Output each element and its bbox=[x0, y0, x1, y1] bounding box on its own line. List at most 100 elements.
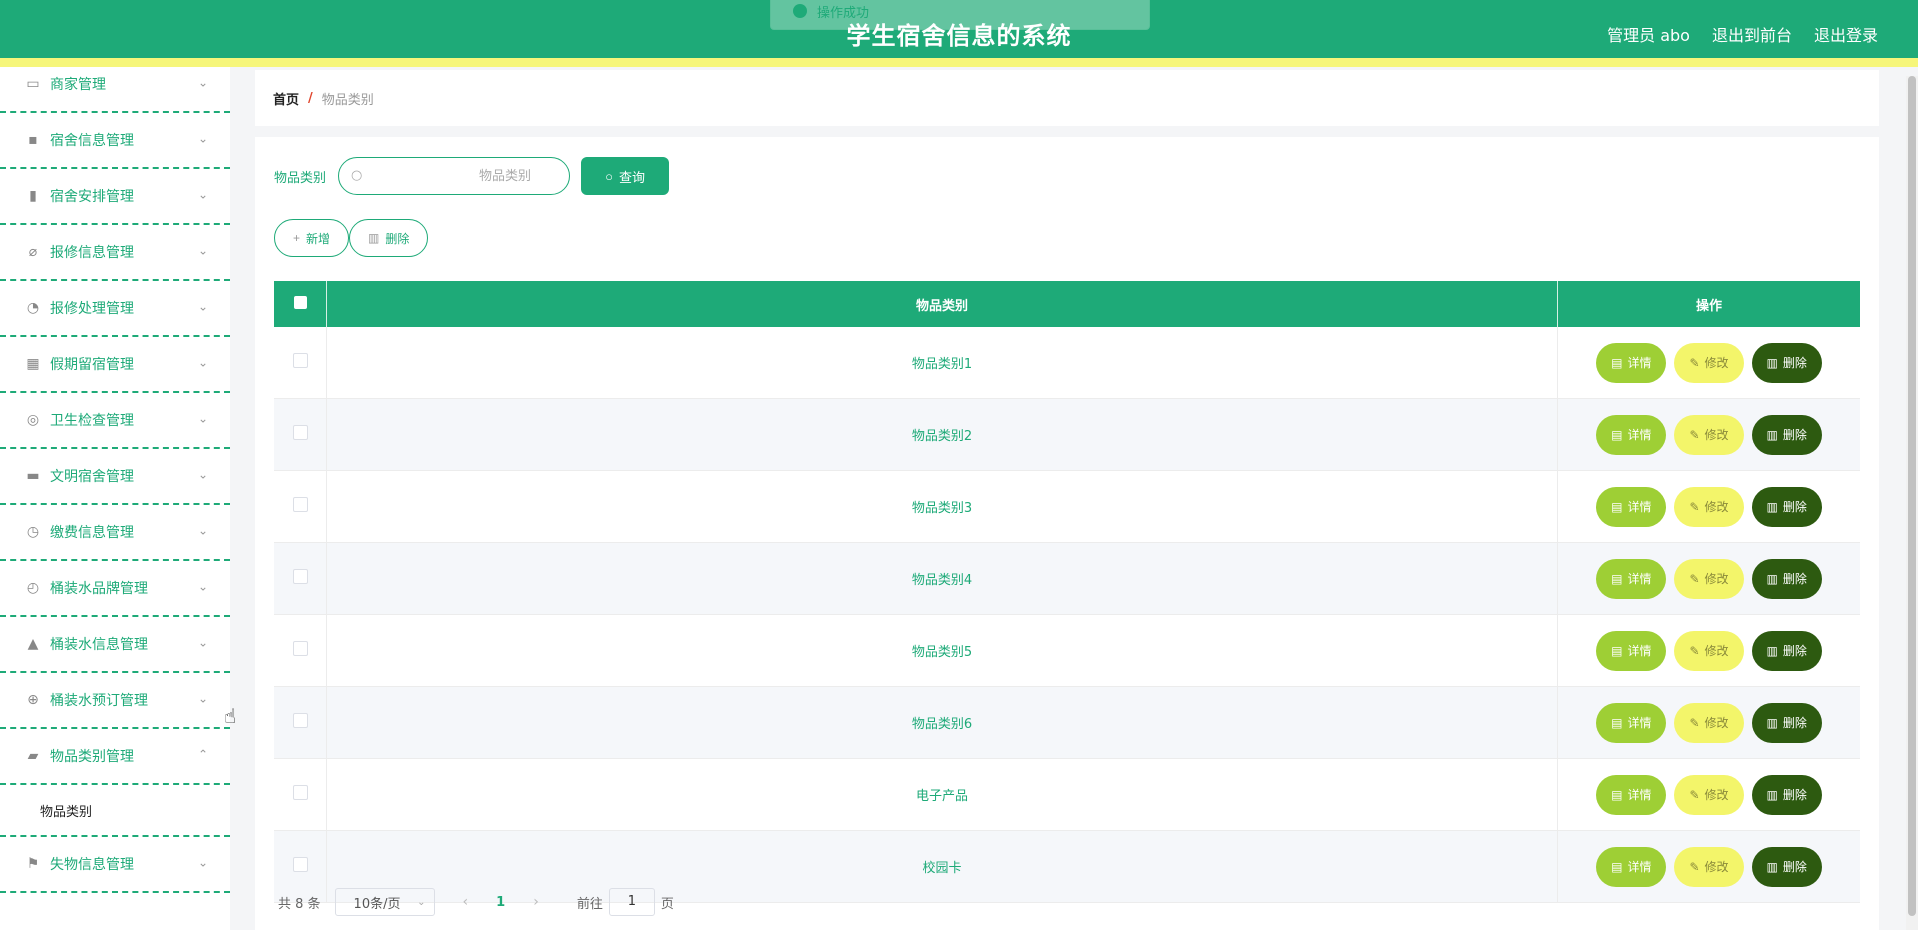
delete-button[interactable]: ▥ 删除 bbox=[1751, 630, 1822, 671]
sidebar-item[interactable]: ◔ 报修处理管理 ⌄ bbox=[0, 281, 230, 337]
ticket-icon: ▰ bbox=[27, 748, 39, 764]
add-button[interactable]: + 新增 bbox=[274, 219, 350, 257]
document-icon: ▤ bbox=[1611, 715, 1623, 730]
detail-label: 详情 bbox=[1627, 860, 1652, 874]
delete-button[interactable]: ▥ 删除 bbox=[1751, 486, 1822, 527]
detail-button[interactable]: ▤ 详情 bbox=[1596, 486, 1667, 527]
prev-page-icon[interactable]: ‹ bbox=[463, 894, 469, 910]
page-number-current[interactable]: 1 bbox=[496, 895, 505, 910]
detail-button[interactable]: ▤ 详情 bbox=[1596, 774, 1667, 815]
data-table: 物品类别 操作 物品类别1 ▤ 详情 ✎ 修改 ▥ 删除 物品类别2 ▤ 详情 ✎ 修改 ▥ 删除 物品类别… bbox=[274, 281, 1860, 903]
row-select-cell bbox=[274, 542, 327, 615]
breadcrumb-home[interactable]: 首页 bbox=[273, 89, 299, 108]
sidebar-item[interactable]: ⚑ 失物信息管理 ⌄ bbox=[0, 837, 230, 893]
row-checkbox[interactable] bbox=[292, 713, 308, 728]
action-bar: + 新增 ▥ 删除 bbox=[274, 219, 429, 257]
detail-button[interactable]: ▤ 详情 bbox=[1596, 630, 1667, 671]
row-checkbox[interactable] bbox=[292, 641, 308, 656]
edit-button[interactable]: ✎ 修改 bbox=[1674, 702, 1744, 743]
edit-button[interactable]: ✎ 修改 bbox=[1674, 630, 1744, 671]
batch-delete-button[interactable]: ▥ 删除 bbox=[349, 219, 429, 257]
chevron-down-icon: ⌄ bbox=[197, 855, 208, 870]
delete-button[interactable]: ▥ 删除 bbox=[1751, 414, 1822, 455]
sidebar-item-label: 桶装水品牌管理 bbox=[50, 581, 148, 597]
sidebar-item[interactable]: ▮ 宿舍安排管理 ⌄ bbox=[0, 169, 230, 225]
edit-button[interactable]: ✎ 修改 bbox=[1674, 846, 1744, 887]
detail-button[interactable]: ▤ 详情 bbox=[1596, 414, 1667, 455]
edit-button[interactable]: ✎ 修改 bbox=[1674, 774, 1744, 815]
sidebar-item[interactable]: ▬ 文明宿舍管理 ⌄ bbox=[0, 449, 230, 505]
header-user-menu: 管理员 abo 退出到前台 退出登录 bbox=[1607, 22, 1878, 46]
page-size-select[interactable]: 10条/页 ⌄ bbox=[334, 888, 435, 916]
query-button[interactable]: ○ 查询 bbox=[581, 157, 670, 195]
detail-button[interactable]: ▤ 详情 bbox=[1596, 702, 1667, 743]
chevron-down-icon: ⌄ bbox=[197, 75, 208, 90]
row-checkbox[interactable] bbox=[292, 425, 308, 440]
next-page-icon[interactable]: › bbox=[533, 894, 539, 910]
edit-button[interactable]: ✎ 修改 bbox=[1674, 486, 1744, 527]
table-row: 电子产品 ▤ 详情 ✎ 修改 ▥ 删除 bbox=[274, 758, 1860, 831]
row-checkbox[interactable] bbox=[292, 785, 308, 800]
table-row: 物品类别4 ▤ 详情 ✎ 修改 ▥ 删除 bbox=[274, 542, 1860, 615]
delete-button[interactable]: ▥ 删除 bbox=[1751, 774, 1822, 815]
sidebar-subitem-category[interactable]: 物品类别 bbox=[0, 785, 230, 837]
edit-button[interactable]: ✎ 修改 bbox=[1674, 414, 1744, 455]
chevron-down-icon: ⌄ bbox=[197, 355, 208, 370]
delete-label: 删除 bbox=[1782, 500, 1807, 514]
detail-button[interactable]: ▤ 详情 bbox=[1596, 342, 1667, 383]
total-count: 共 8 条 bbox=[278, 896, 321, 912]
scrollbar-thumb[interactable] bbox=[1908, 76, 1916, 916]
current-user-label: 管理员 abo bbox=[1607, 26, 1690, 45]
actions-cell: ▤ 详情 ✎ 修改 ▥ 删除 bbox=[1557, 398, 1860, 471]
page-scrollbar[interactable] bbox=[1906, 76, 1918, 930]
row-checkbox[interactable] bbox=[292, 857, 308, 872]
row-checkbox[interactable] bbox=[292, 569, 308, 584]
search-input[interactable] bbox=[339, 158, 570, 194]
delete-button[interactable]: ▥ 删除 bbox=[1751, 558, 1822, 599]
content-panel: 物品类别 ○ ○ 查询 + 新增 ▥ 删除 物品类别 操作 物品类别1▤详情✎修… bbox=[255, 137, 1879, 930]
compass-icon: ◴ bbox=[26, 580, 40, 596]
row-checkbox[interactable] bbox=[292, 497, 308, 512]
delete-button[interactable]: ▥ 删除 bbox=[1751, 702, 1822, 743]
sidebar-item-label: 商家管理 bbox=[50, 77, 106, 93]
trash-icon: ▥ bbox=[1766, 355, 1778, 370]
row-select-cell bbox=[274, 327, 327, 399]
pagination: 共 8 条 10条/页 ⌄ ‹ 1 › 前往 1 页 bbox=[278, 888, 674, 916]
breadcrumb-separator: / bbox=[308, 90, 313, 106]
row-select-cell bbox=[274, 758, 327, 831]
edit-button[interactable]: ✎ 修改 bbox=[1674, 558, 1744, 599]
chevron-down-icon: ⌄ bbox=[197, 691, 208, 706]
row-select-cell bbox=[274, 470, 327, 543]
logout-link[interactable]: 退出登录 bbox=[1814, 22, 1878, 46]
edit-label: 修改 bbox=[1704, 644, 1729, 658]
search-label: 物品类别 bbox=[274, 170, 327, 186]
select-all-checkbox[interactable] bbox=[293, 295, 307, 309]
detail-button[interactable]: ▤ 详情 bbox=[1596, 846, 1667, 887]
table-header-row: 物品类别 操作 bbox=[274, 281, 1860, 327]
plus-icon: + bbox=[293, 231, 301, 245]
actions-cell: ▤ 详情 ✎ 修改 ▥ 删除 bbox=[1557, 470, 1860, 543]
sidebar-item[interactable]: ▲ 桶装水信息管理 ⌄ bbox=[0, 617, 230, 673]
sidebar-item[interactable]: ⊕ 桶装水预订管理 ⌄ bbox=[0, 673, 230, 729]
sidebar-item[interactable]: ◷ 缴费信息管理 ⌄ bbox=[0, 505, 230, 561]
search-field[interactable]: ○ bbox=[338, 157, 571, 195]
sidebar: ▭ 商家管理 ⌄ ▪ 宿舍信息管理 ⌄ ▮ 宿舍安排管理 ⌄ ⌀ 报修信息管理 ⌄ ◔ 报修处理管理 ⌄ ▦ 假… bbox=[0, 67, 230, 930]
sidebar-item[interactable]: ▰ 物品类别管理 ⌃ bbox=[0, 729, 230, 785]
detail-label: 详情 bbox=[1627, 428, 1652, 442]
chevron-down-icon: ⌄ bbox=[197, 187, 208, 202]
sidebar-item[interactable]: ▪ 宿舍信息管理 ⌄ bbox=[0, 113, 230, 169]
sidebar-item-label: 缴费信息管理 bbox=[50, 525, 134, 541]
sidebar-item[interactable]: ◎ 卫生检查管理 ⌄ bbox=[0, 393, 230, 449]
exit-to-front-link[interactable]: 退出到前台 bbox=[1712, 22, 1792, 46]
sidebar-item[interactable]: ⌀ 报修信息管理 ⌄ bbox=[0, 225, 230, 281]
edit-label: 修改 bbox=[1704, 356, 1729, 370]
sidebar-item[interactable]: ▭ 商家管理 ⌄ bbox=[0, 67, 230, 113]
detail-button[interactable]: ▤ 详情 bbox=[1596, 558, 1667, 599]
goto-page-input[interactable]: 1 bbox=[608, 888, 655, 916]
sidebar-item[interactable]: ▦ 假期留宿管理 ⌄ bbox=[0, 337, 230, 393]
sidebar-item[interactable]: ◴ 桶装水品牌管理 ⌄ bbox=[0, 561, 230, 617]
delete-button[interactable]: ▥ 删除 bbox=[1751, 846, 1822, 887]
row-checkbox[interactable] bbox=[292, 353, 308, 368]
delete-button[interactable]: ▥ 删除 bbox=[1751, 342, 1822, 383]
edit-button[interactable]: ✎ 修改 bbox=[1674, 342, 1744, 383]
